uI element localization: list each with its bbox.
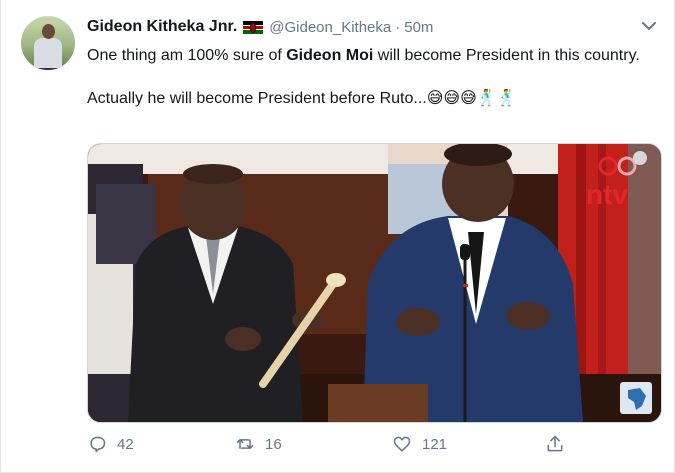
retweet-count: 16 [265,435,282,453]
heart-icon [393,436,411,452]
tweet-actions: 42 16 121 [87,432,567,456]
avatar[interactable] [21,16,75,70]
retweet-icon [236,439,254,449]
africa-continent-icon [620,382,652,414]
tweet-text: One thing am 100% sure of Gideon Moi wil… [87,44,647,110]
share-button[interactable] [545,432,565,456]
author-handle[interactable]: @Gideon_Kitheka [269,19,391,36]
author-name[interactable]: Gideon Kitheka Jnr. [87,18,237,36]
tweet-media-image[interactable]: ntv [87,143,662,423]
reply-icon [90,436,106,453]
separator: · [395,18,401,36]
share-icon [547,435,563,452]
tweet-text-line-1: One thing am 100% sure of Gideon Moi wil… [87,47,640,64]
ntv-watermark: ntv [586,179,628,210]
retweet-button[interactable]: 16 [235,432,282,456]
tweet-text-line-2: Actually he will become President before… [87,90,517,107]
media-scene: ntv [88,144,661,422]
highlighted-name: Gideon Moi [286,47,374,64]
reply-count: 42 [117,435,134,453]
kenya-flag-icon [243,20,264,34]
like-count: 121 [422,435,448,453]
like-button[interactable]: 121 [392,432,447,456]
reply-button[interactable]: 42 [87,432,134,456]
tweet-header: Gideon Kitheka Jnr. @Gideon_Kitheka · 50… [87,17,433,37]
tweet-timestamp[interactable]: 50m [404,19,433,36]
tweet-card[interactable]: Gideon Kitheka Jnr. @Gideon_Kitheka · 50… [0,0,675,473]
chevron-down-icon[interactable] [641,19,657,33]
